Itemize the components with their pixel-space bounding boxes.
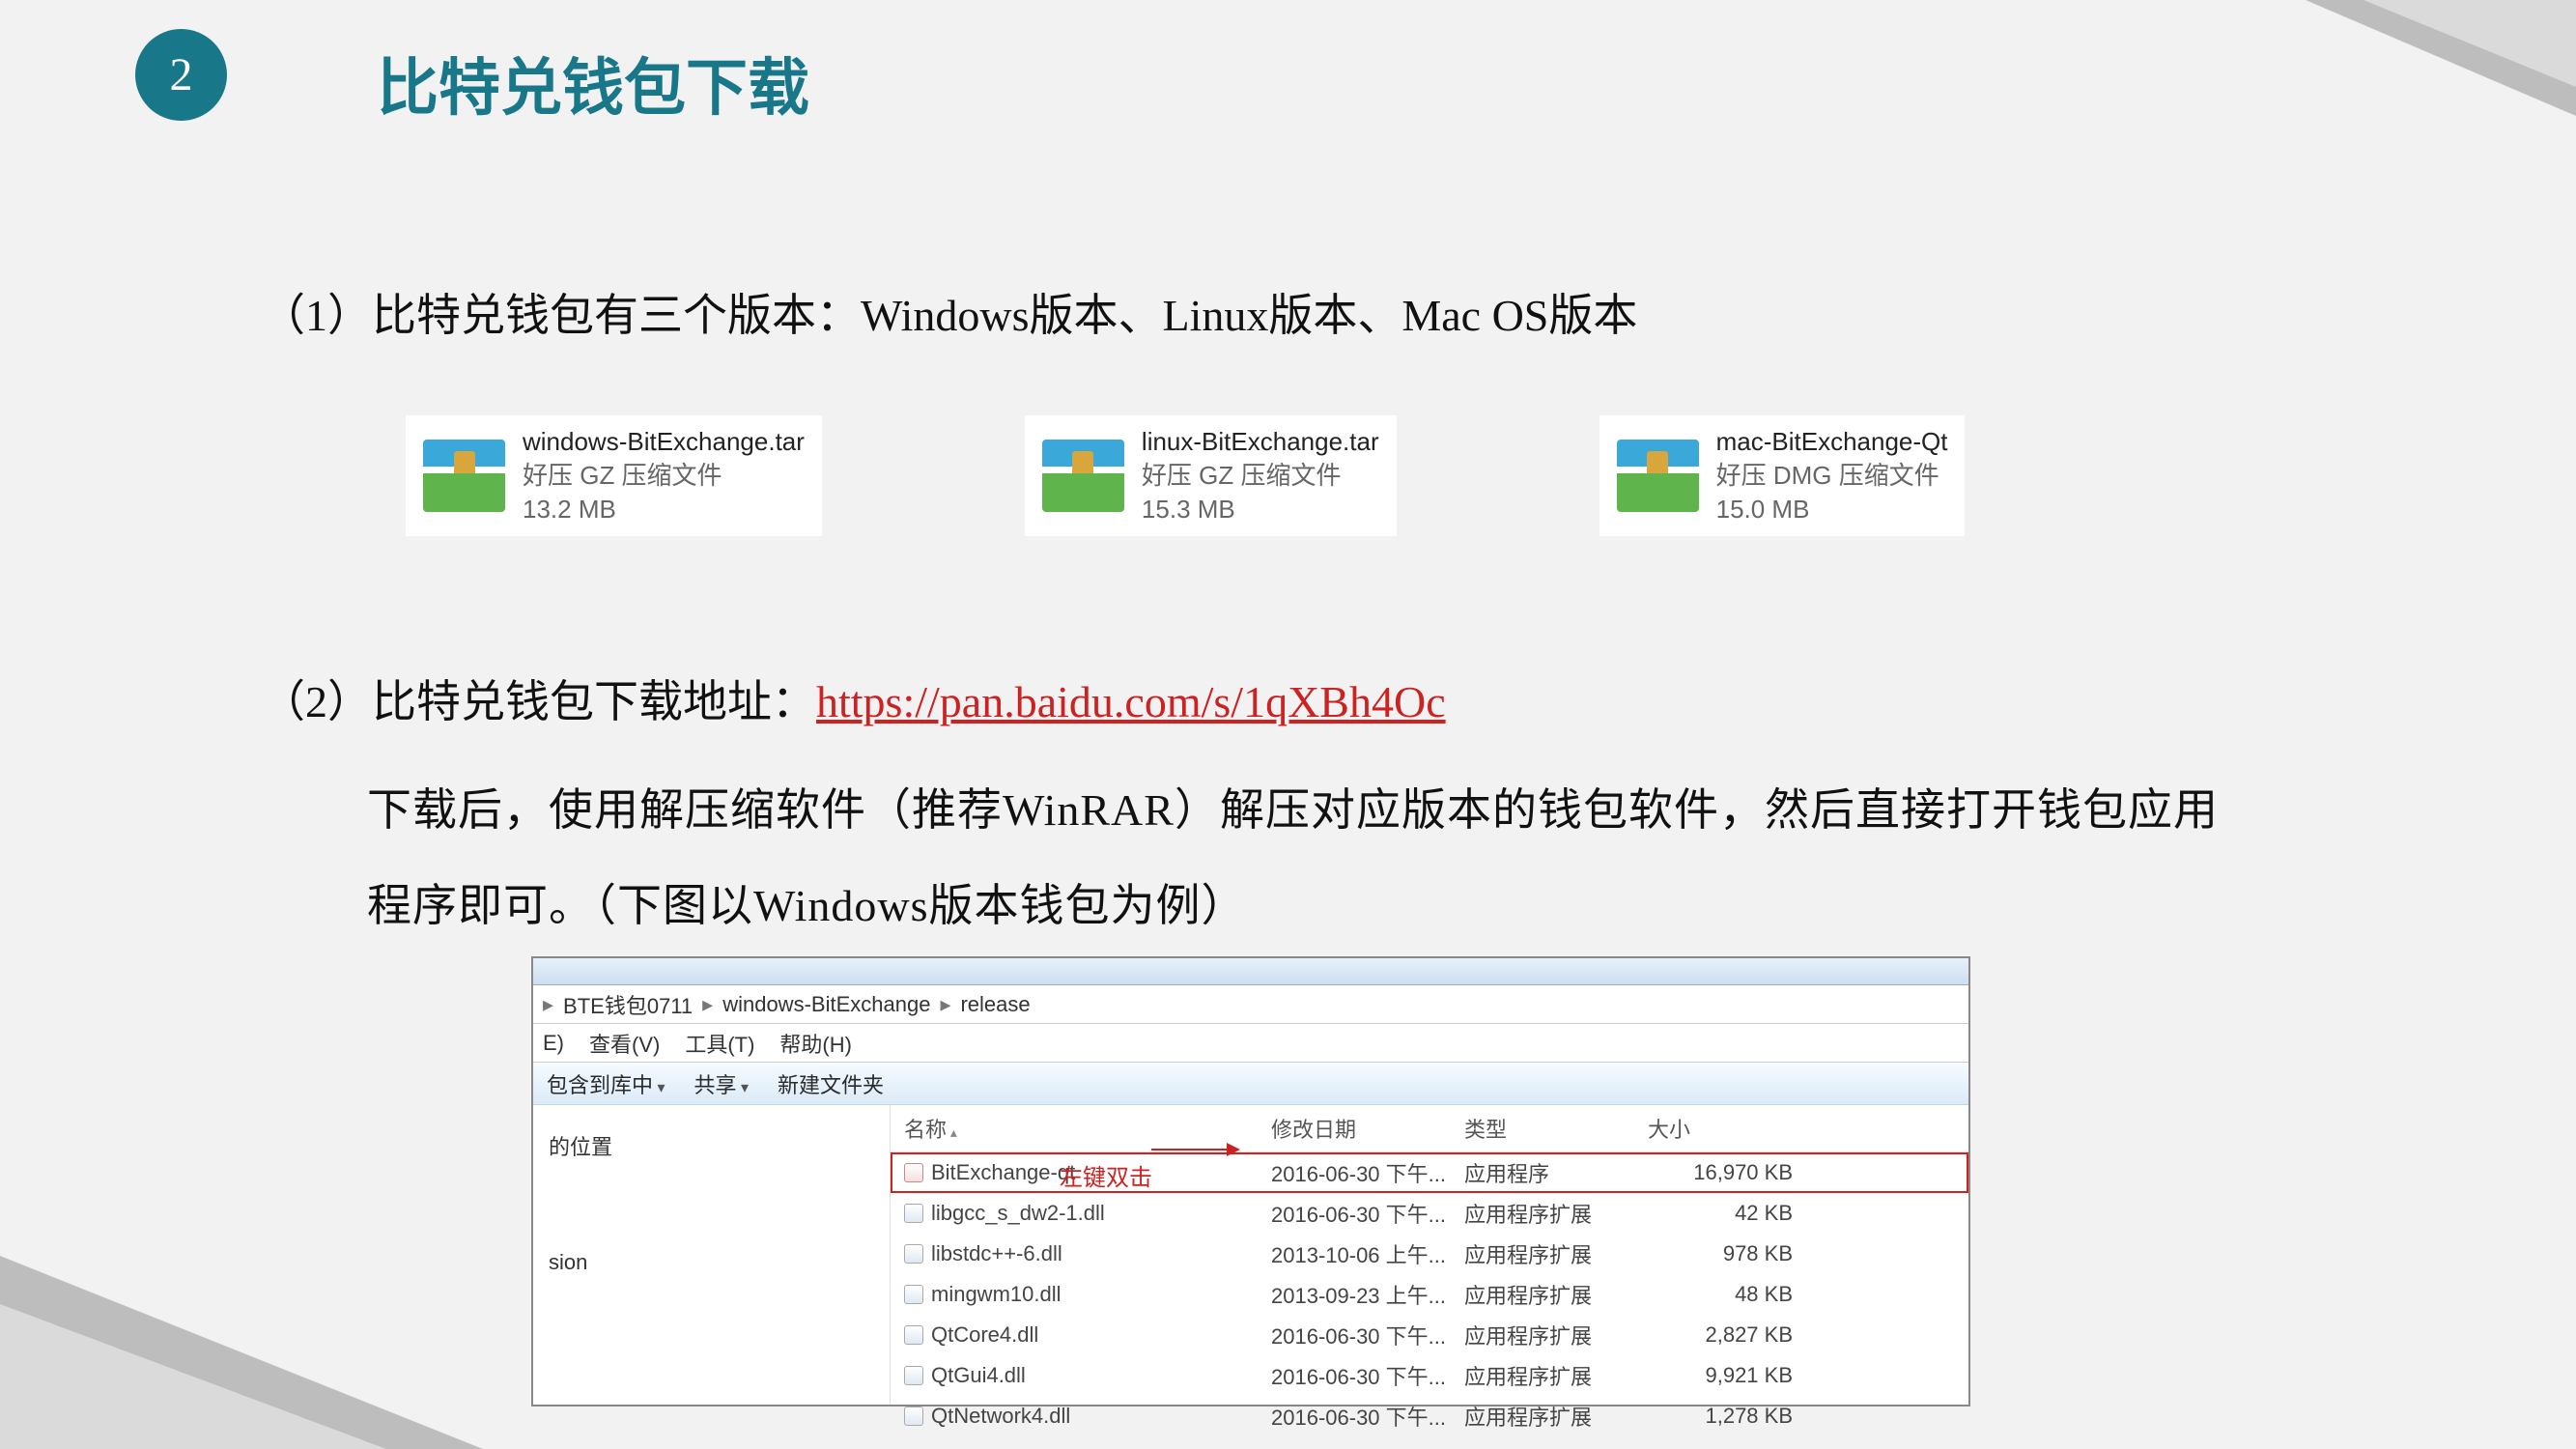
cell-type: 应用程序 bbox=[1464, 1157, 1648, 1188]
menu-help[interactable]: 帮助(H) bbox=[779, 1028, 852, 1059]
download-link[interactable]: https://pan.baidu.com/s/1qXBh4Oc bbox=[816, 677, 1446, 726]
file-size: 13.2 MB bbox=[523, 493, 805, 526]
file-name: mac-BitExchange-Qt bbox=[1716, 425, 1948, 459]
file-name: linux-BitExchange.tar bbox=[1142, 425, 1379, 459]
page-title: 比特兑钱包下载 bbox=[377, 39, 809, 128]
cell-size: 42 KB bbox=[1648, 1201, 1812, 1226]
nav-item[interactable]: 的位置 bbox=[549, 1115, 874, 1177]
archive-icon bbox=[1042, 440, 1124, 512]
explorer-file-list: 名称 修改日期 类型 大小 BitExchange-qt 2016-06-30 下… bbox=[891, 1105, 1968, 1405]
file-card-mac: mac-BitExchange-Qt 好压 DMG 压缩文件 15.0 MB bbox=[1599, 415, 1966, 536]
menu-tools[interactable]: 工具(T) bbox=[685, 1028, 754, 1059]
cell-type: 应用程序扩展 bbox=[1464, 1401, 1648, 1432]
cell-date: 2016-06-30 下午... bbox=[1271, 1320, 1464, 1350]
line2-prefix: （2）比特兑钱包下载地址： bbox=[261, 677, 816, 726]
explorer-titlebar bbox=[533, 958, 1968, 985]
file-type: 好压 GZ 压缩文件 bbox=[1142, 459, 1379, 493]
file-size: 15.3 MB bbox=[1142, 493, 1379, 526]
cell-name: QtGui4.dll bbox=[931, 1363, 1026, 1388]
cell-size: 978 KB bbox=[1648, 1241, 1812, 1266]
nav-item[interactable]: sion bbox=[549, 1235, 874, 1291]
table-row[interactable]: mingwm10.dll 2013-09-23 上午...应用程序扩展48 KB bbox=[891, 1274, 1968, 1315]
file-icon bbox=[904, 1163, 923, 1182]
file-icon bbox=[904, 1406, 923, 1426]
explorer-columns: 名称 修改日期 类型 大小 bbox=[891, 1105, 1968, 1152]
archive-icon bbox=[1617, 440, 1699, 512]
chevron-right-icon: ▸ bbox=[940, 992, 950, 1017]
cell-name: QtNetwork4.dll bbox=[931, 1404, 1070, 1429]
col-size[interactable]: 大小 bbox=[1648, 1113, 1812, 1144]
breadcrumb-seg[interactable]: BTE钱包0711 bbox=[559, 989, 696, 1020]
annotation-label: 左键双击 bbox=[1060, 1158, 1152, 1192]
cell-name: BitExchange-qt bbox=[931, 1160, 1075, 1185]
cell-date: 2016-06-30 下午... bbox=[1271, 1157, 1464, 1188]
file-name: windows-BitExchange.tar bbox=[523, 425, 805, 459]
cell-size: 16,970 KB bbox=[1648, 1160, 1812, 1185]
file-type: 好压 GZ 压缩文件 bbox=[523, 459, 805, 493]
cell-date: 2013-09-23 上午... bbox=[1271, 1279, 1464, 1310]
toolbar-include[interactable]: 包含到库中 bbox=[547, 1068, 665, 1099]
file-type: 好压 DMG 压缩文件 bbox=[1716, 459, 1948, 493]
table-row[interactable]: libgcc_s_dw2-1.dll 2016-06-30 下午...应用程序扩展… bbox=[891, 1193, 1968, 1234]
annotation-arrow-icon bbox=[1151, 1149, 1238, 1151]
cell-name: libstdc++-6.dll bbox=[931, 1241, 1062, 1266]
cell-type: 应用程序扩展 bbox=[1464, 1320, 1648, 1350]
breadcrumb-seg[interactable]: windows-BitExchange bbox=[719, 992, 934, 1017]
table-row[interactable]: QtNetwork4.dll 2016-06-30 下午...应用程序扩展1,27… bbox=[891, 1396, 1968, 1436]
file-icon bbox=[904, 1325, 923, 1345]
file-icon bbox=[904, 1285, 923, 1304]
table-row[interactable]: QtCore4.dll 2016-06-30 下午...应用程序扩展2,827 K… bbox=[891, 1315, 1968, 1355]
cell-date: 2016-06-30 下午... bbox=[1271, 1198, 1464, 1229]
cell-name: mingwm10.dll bbox=[931, 1282, 1062, 1307]
cell-name: libgcc_s_dw2-1.dll bbox=[931, 1201, 1105, 1226]
file-variants-row: windows-BitExchange.tar 好压 GZ 压缩文件 13.2 … bbox=[406, 415, 1965, 536]
file-size: 15.0 MB bbox=[1716, 493, 1948, 526]
toolbar-newfolder[interactable]: 新建文件夹 bbox=[778, 1068, 884, 1099]
menu-view[interactable]: 查看(V) bbox=[589, 1028, 660, 1059]
chevron-right-icon: ▸ bbox=[543, 992, 553, 1017]
instruction-paragraph: 下载后，使用解压缩软件（推荐WinRAR）解压对应版本的钱包软件，然后直接打开钱… bbox=[367, 763, 2250, 954]
file-icon bbox=[904, 1204, 923, 1223]
archive-icon bbox=[423, 440, 505, 512]
cell-size: 2,827 KB bbox=[1648, 1322, 1812, 1348]
corner-decoration-bl bbox=[0, 1256, 483, 1449]
col-type[interactable]: 类型 bbox=[1464, 1113, 1648, 1144]
cell-type: 应用程序扩展 bbox=[1464, 1279, 1648, 1310]
cell-date: 2013-10-06 上午... bbox=[1271, 1238, 1464, 1269]
cell-type: 应用程序扩展 bbox=[1464, 1360, 1648, 1391]
explorer-window: ▸ BTE钱包0711 ▸ windows-BitExchange ▸ rele… bbox=[531, 956, 1970, 1406]
menu-e[interactable]: E) bbox=[543, 1031, 564, 1056]
explorer-menu-bar: E) 查看(V) 工具(T) 帮助(H) bbox=[533, 1024, 1968, 1063]
chevron-right-icon: ▸ bbox=[702, 992, 713, 1017]
cell-size: 9,921 KB bbox=[1648, 1363, 1812, 1388]
cell-date: 2016-06-30 下午... bbox=[1271, 1360, 1464, 1391]
file-icon bbox=[904, 1366, 923, 1385]
col-date[interactable]: 修改日期 bbox=[1271, 1113, 1464, 1144]
corner-decoration-tr bbox=[2306, 0, 2576, 116]
table-row[interactable]: BitExchange-qt 2016-06-30 下午...应用程序16,970… bbox=[891, 1152, 1968, 1193]
intro-line-2: （2）比特兑钱包下载地址：https://pan.baidu.com/s/1qX… bbox=[261, 667, 1446, 730]
explorer-address-bar[interactable]: ▸ BTE钱包0711 ▸ windows-BitExchange ▸ rele… bbox=[533, 985, 1968, 1024]
file-icon bbox=[904, 1244, 923, 1264]
toolbar-share[interactable]: 共享 bbox=[694, 1068, 750, 1099]
file-card-windows: windows-BitExchange.tar 好压 GZ 压缩文件 13.2 … bbox=[406, 415, 822, 536]
cell-type: 应用程序扩展 bbox=[1464, 1198, 1648, 1229]
section-number-badge: 2 bbox=[135, 29, 227, 121]
cell-type: 应用程序扩展 bbox=[1464, 1238, 1648, 1269]
cell-size: 1,278 KB bbox=[1648, 1404, 1812, 1429]
cell-name: QtCore4.dll bbox=[931, 1322, 1038, 1348]
breadcrumb-seg[interactable]: release bbox=[956, 992, 1033, 1017]
table-row[interactable]: QtGui4.dll 2016-06-30 下午...应用程序扩展9,921 KB bbox=[891, 1355, 1968, 1396]
table-row[interactable]: libstdc++-6.dll 2013-10-06 上午...应用程序扩展978… bbox=[891, 1234, 1968, 1274]
cell-date: 2016-06-30 下午... bbox=[1271, 1401, 1464, 1432]
intro-line-1: （1）比特兑钱包有三个版本：Windows版本、Linux版本、Mac OS版本 bbox=[261, 280, 1637, 344]
explorer-toolbar: 包含到库中 共享 新建文件夹 bbox=[533, 1063, 1968, 1105]
explorer-nav-pane: 的位置 sion bbox=[533, 1105, 891, 1405]
cell-size: 48 KB bbox=[1648, 1282, 1812, 1307]
col-name[interactable]: 名称 bbox=[904, 1113, 1271, 1144]
file-card-linux: linux-BitExchange.tar 好压 GZ 压缩文件 15.3 MB bbox=[1025, 415, 1397, 536]
section-number: 2 bbox=[170, 48, 193, 101]
